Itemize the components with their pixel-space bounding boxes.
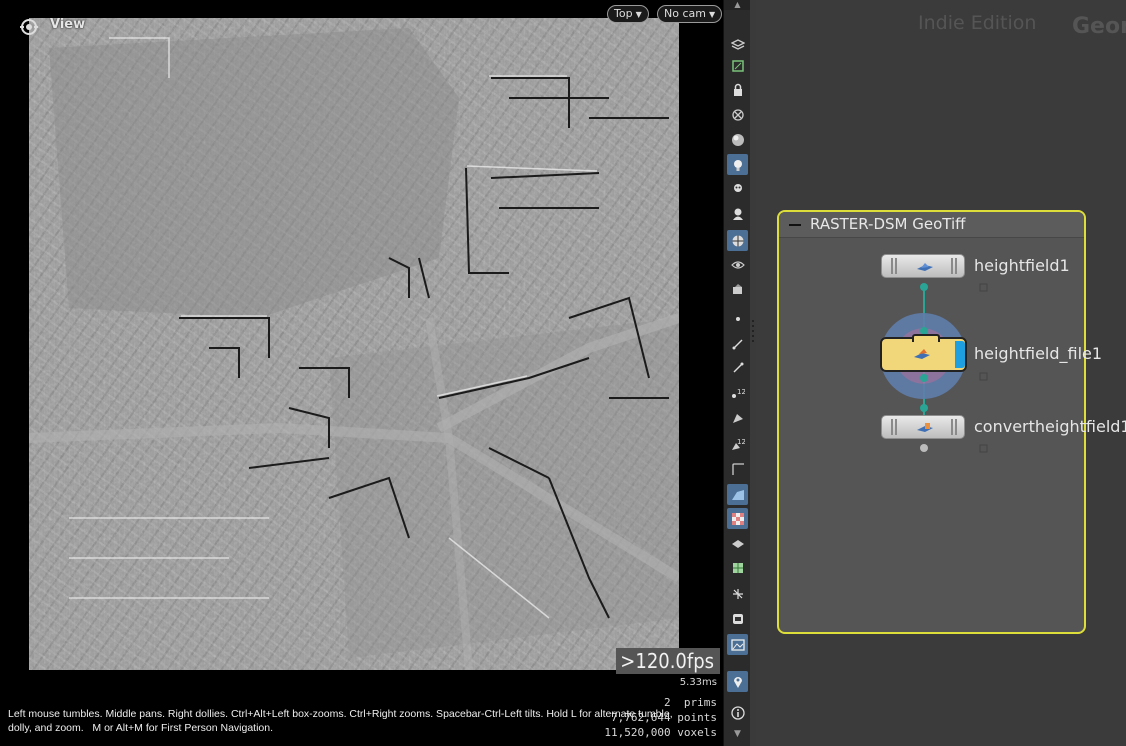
comment-flag-icon [979,283,988,292]
output-connector[interactable] [920,283,928,291]
viewport-toolbar: ▲ 12 12 ▼ [723,0,751,746]
houdini-logo-icon [20,19,38,35]
fps-readout: >120.0fps [616,648,720,674]
splitter-grip-icon [752,320,754,342]
heightfield-icon [917,263,933,271]
display-vis-icon[interactable] [727,279,748,300]
input-connector[interactable] [920,404,928,412]
view-projection-label: Top [614,7,633,20]
output-connector[interactable] [920,444,928,452]
display-flag-icon[interactable] [955,341,965,368]
convert-heightfield-icon [917,423,933,432]
scene-viewport[interactable]: View Top ▼ No cam ▼ >120.0fps 5.33ms 2 pri… [0,0,723,746]
folder-tab-icon [912,334,940,342]
camera-label: No cam [664,7,706,20]
info-icon[interactable] [727,702,748,723]
scroll-up-icon[interactable]: ▲ [724,0,751,10]
node-label: convertheightfield1 [974,417,1126,436]
prim-numbers-icon[interactable]: 12 [727,433,748,454]
shading-mode-icon[interactable] [727,129,748,150]
navigation-help-text: dolly, and zoom. M or Alt+M for First Pe… [8,722,274,734]
frame-time: 5.33ms [679,677,717,688]
output-connector[interactable] [920,374,928,382]
viewport-title: View [50,17,86,32]
heightfield-render[interactable] [29,18,679,670]
collapse-box-button[interactable] [787,218,803,232]
head-icon[interactable] [727,203,748,224]
scale-icon[interactable] [727,583,748,604]
point-icon[interactable] [727,308,748,329]
uv-icon[interactable] [727,557,748,578]
point-normal-icon[interactable] [727,357,748,378]
snapshot-icon[interactable] [727,230,748,251]
svg-text:12: 12 [737,438,745,446]
comment-flag-icon [979,444,988,453]
chevron-down-icon: ▼ [708,10,716,19]
view-projection-dropdown[interactable]: Top ▼ [607,5,649,23]
comment-flag-icon [979,372,988,381]
prim-icon[interactable] [727,407,748,428]
layers-icon[interactable] [727,533,748,554]
network-box-title: RASTER-DSM GeoTiff [810,215,966,233]
heightfield-file-icon [914,349,930,359]
ghost-other-objects-icon[interactable] [727,55,748,76]
node-label: heightfield1 [974,256,1070,275]
node-heightfield-file1[interactable] [880,334,967,372]
background-icon[interactable] [727,484,748,505]
chevron-down-icon: ▼ [635,10,642,19]
point-numbers-icon[interactable]: 12 [727,382,748,403]
display-options-icon[interactable] [727,33,748,54]
light-icon[interactable] [727,154,748,175]
render-region-icon[interactable] [727,634,748,655]
voxel-count: 11,520,000 voxels [604,726,717,739]
svg-text:12: 12 [737,388,745,396]
node-convertheightfield1[interactable] [881,415,965,439]
camera-dropdown[interactable]: No cam ▼ [657,5,723,23]
scroll-down-icon[interactable]: ▼ [724,729,751,743]
node-label: heightfield_file1 [974,344,1103,363]
navigation-help-text: Left mouse tumbles. Middle pans. Right d… [8,708,673,720]
lock-camera-icon[interactable] [727,79,748,100]
visibility-icon[interactable] [727,254,748,275]
node-heightfield1[interactable] [881,254,965,278]
safe-area-icon[interactable] [727,608,748,629]
network-box-header[interactable]: RASTER-DSM GeoTiff [779,212,1084,238]
axis-icon[interactable] [727,458,748,479]
pin-icon[interactable] [727,671,748,692]
network-context-label: Geom [1072,14,1126,39]
normal-icon[interactable] [727,333,748,354]
checker-icon[interactable] [727,508,748,529]
hide-other-objects-icon[interactable] [727,104,748,125]
terrain-shading [29,18,679,670]
headlight-icon[interactable] [727,178,748,199]
edition-watermark: Indie Edition [918,12,1037,34]
